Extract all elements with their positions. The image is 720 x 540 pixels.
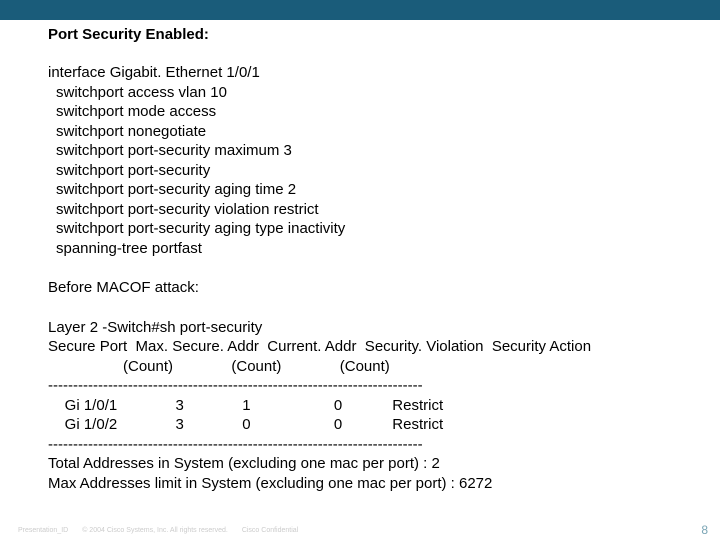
slide-content: Port Security Enabled: interface Gigabit… [0,20,720,493]
cli-separator: ----------------------------------------… [48,435,720,455]
config-line: switchport port-security [48,161,720,181]
slide-title: Port Security Enabled: [48,26,720,43]
config-line: switchport access vlan 10 [48,83,720,103]
header-bar [0,0,720,20]
before-attack-label: Before MACOF attack: [48,278,720,298]
table-row: Gi 1/0/1 3 1 0 Restrict [48,396,720,416]
presentation-id: Presentation_ID [18,527,68,534]
copyright-text: © 2004 Cisco Systems, Inc. All rights re… [82,527,228,534]
cli-command: Layer 2 -Switch#sh port-security [48,318,720,338]
cli-header: Secure Port Max. Secure. Addr Current. A… [48,337,720,357]
page-number: 8 [701,523,708,537]
cli-header2: (Count) (Count) (Count) [48,357,720,377]
config-line: switchport port-security aging time 2 [48,180,720,200]
config-line: switchport mode access [48,102,720,122]
config-line: spanning-tree portfast [48,239,720,259]
slide-footer: Presentation_ID © 2004 Cisco Systems, In… [18,523,708,537]
config-interface: interface Gigabit. Ethernet 1/0/1 [48,63,720,83]
config-line: switchport port-security maximum 3 [48,141,720,161]
confidential-text: Cisco Confidential [242,527,298,534]
config-line: switchport port-security aging type inac… [48,219,720,239]
config-line: switchport nonegotiate [48,122,720,142]
cli-separator: ----------------------------------------… [48,376,720,396]
total-addresses: Total Addresses in System (excluding one… [48,454,720,474]
max-addresses: Max Addresses limit in System (excluding… [48,474,720,494]
table-row: Gi 1/0/2 3 0 0 Restrict [48,415,720,435]
config-line: switchport port-security violation restr… [48,200,720,220]
cli-output: Layer 2 -Switch#sh port-security Secure … [48,318,720,494]
